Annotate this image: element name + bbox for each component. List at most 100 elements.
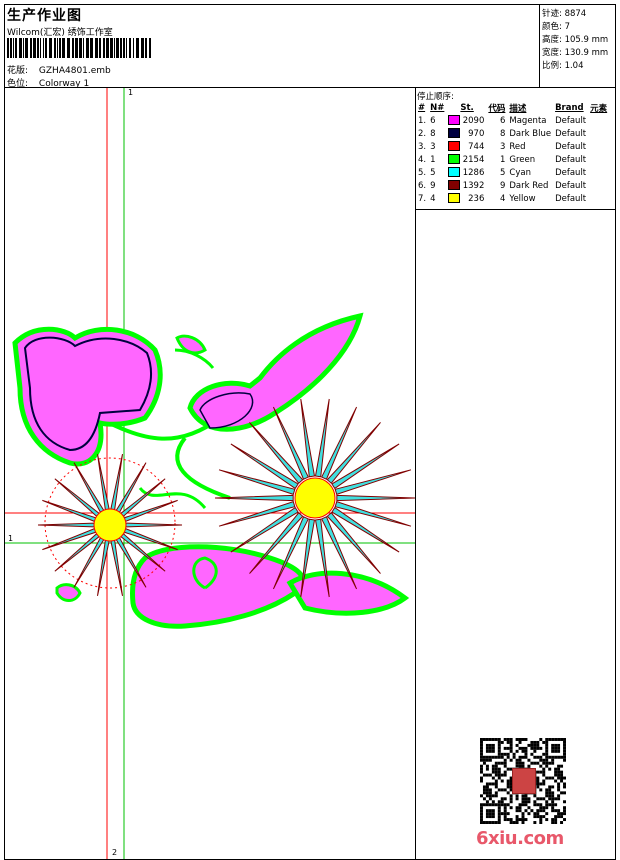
qr-module bbox=[554, 746, 558, 750]
qr-module bbox=[497, 806, 501, 810]
qr-module bbox=[536, 779, 540, 783]
cell-stitches: 1392 bbox=[446, 179, 486, 192]
qr-module bbox=[542, 740, 546, 744]
barcode-bar bbox=[83, 38, 84, 58]
qr-module bbox=[533, 740, 537, 744]
qr-module bbox=[563, 743, 566, 747]
qr-module bbox=[512, 755, 516, 759]
qr-module bbox=[557, 788, 561, 792]
qr-module bbox=[527, 797, 531, 801]
qr-module bbox=[500, 812, 504, 816]
qr-module bbox=[509, 749, 513, 753]
axis-label-left: 1 bbox=[8, 534, 14, 543]
qr-module bbox=[557, 770, 561, 774]
qr-module bbox=[557, 797, 561, 801]
qr-module bbox=[539, 803, 543, 807]
barcode-bar bbox=[59, 38, 61, 58]
qr-module bbox=[485, 743, 489, 747]
qr-module bbox=[488, 758, 492, 762]
qr-module bbox=[488, 755, 492, 759]
qr-module bbox=[494, 782, 498, 786]
cell-index: 5. bbox=[418, 167, 427, 178]
qr-module bbox=[560, 821, 564, 824]
qr-module bbox=[518, 746, 522, 750]
qr-module bbox=[503, 788, 507, 792]
qr-module bbox=[548, 767, 552, 771]
qr-module bbox=[506, 752, 510, 756]
qr-module bbox=[506, 791, 510, 795]
page-title: 生产作业图 bbox=[7, 8, 82, 24]
qr-module bbox=[497, 788, 501, 792]
stat-colors: 颜色: 7 bbox=[542, 22, 570, 32]
qr-module bbox=[533, 743, 537, 747]
qr-module bbox=[539, 797, 543, 801]
qr-module bbox=[506, 818, 510, 822]
qr-module bbox=[506, 755, 510, 759]
qr-module bbox=[518, 738, 522, 741]
barcode-bar bbox=[33, 38, 36, 58]
qr-module bbox=[554, 803, 558, 807]
qr-module bbox=[554, 738, 558, 741]
qr-module bbox=[480, 755, 483, 759]
qr-module bbox=[485, 785, 489, 789]
cell-index: 1. bbox=[418, 115, 427, 126]
qr-module bbox=[497, 738, 501, 741]
qr-module bbox=[521, 797, 525, 801]
table-row: 2. 8 970 8 Dark Blue Default bbox=[416, 127, 609, 140]
qr-module bbox=[480, 818, 483, 822]
qr-module bbox=[500, 788, 504, 792]
cell-brand: Default bbox=[555, 180, 587, 191]
qr-module bbox=[542, 761, 546, 765]
qr-module bbox=[509, 806, 513, 810]
qr-module bbox=[482, 788, 486, 792]
barcode-bar bbox=[75, 38, 78, 58]
qr-module bbox=[560, 815, 564, 819]
cell-brand: Default bbox=[555, 128, 587, 139]
qr-module bbox=[536, 815, 540, 819]
qr-module bbox=[494, 738, 498, 741]
table-row: 4. 1 2154 1 Green Default bbox=[416, 153, 609, 166]
petal bbox=[42, 499, 97, 523]
qr-module bbox=[557, 738, 561, 741]
qr-module bbox=[482, 773, 486, 777]
qr-module bbox=[497, 800, 501, 804]
embroidery-preview[interactable] bbox=[5, 88, 415, 859]
qr-module bbox=[485, 746, 489, 750]
qr-module bbox=[491, 794, 495, 798]
qr-module bbox=[560, 764, 564, 768]
color-swatch bbox=[448, 128, 461, 139]
qr-module bbox=[518, 758, 522, 762]
qr-module bbox=[530, 752, 534, 756]
barcode-bar bbox=[126, 38, 127, 58]
barcode-bar bbox=[145, 38, 147, 58]
qr-module bbox=[480, 794, 483, 798]
qr-module bbox=[563, 755, 566, 759]
qr-module bbox=[506, 812, 510, 816]
qr-module bbox=[506, 738, 510, 741]
qr-module bbox=[548, 785, 552, 789]
barcode-bar bbox=[10, 38, 12, 58]
petal bbox=[334, 500, 412, 527]
qr-module bbox=[542, 767, 546, 771]
qr-module bbox=[542, 752, 546, 756]
qr-module bbox=[480, 767, 483, 771]
qr-module bbox=[518, 803, 522, 807]
qr-module bbox=[488, 788, 492, 792]
qr-module bbox=[515, 815, 519, 819]
qr-module bbox=[506, 803, 510, 807]
qr-module bbox=[545, 806, 549, 810]
cell-brand: Default bbox=[555, 141, 587, 152]
qr-module bbox=[557, 743, 561, 747]
qr-module bbox=[491, 746, 495, 750]
barcode-bar bbox=[54, 38, 56, 58]
qr-module bbox=[521, 818, 525, 822]
barcode-bar bbox=[40, 38, 41, 58]
qr-module bbox=[497, 743, 501, 747]
qr-module bbox=[497, 752, 501, 756]
qr-module bbox=[480, 803, 483, 807]
petal bbox=[218, 469, 296, 496]
cell-stitches: 744 bbox=[446, 140, 486, 153]
qr-module bbox=[554, 809, 558, 813]
stitch-count: 1392 bbox=[462, 180, 485, 191]
qr-module bbox=[497, 821, 501, 824]
